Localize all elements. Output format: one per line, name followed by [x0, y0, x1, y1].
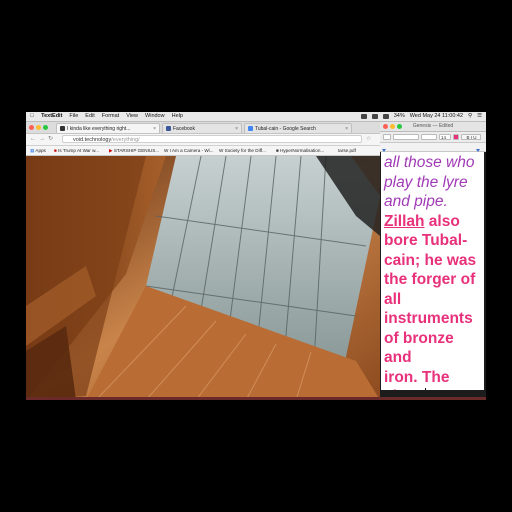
- close-tab-icon[interactable]: ×: [235, 124, 238, 133]
- bold-italic-underline-buttons[interactable]: B I U: [461, 134, 481, 140]
- site-favicon-icon: [60, 126, 65, 131]
- apple-icon[interactable]: : [30, 112, 34, 121]
- url-host: void.technology: [73, 137, 112, 143]
- tab-label: Tubal-cain - Google Search: [255, 126, 316, 132]
- close-window-icon[interactable]: [383, 124, 388, 129]
- zillah-link: Zillah: [384, 212, 425, 230]
- text-line: and pipe.: [384, 193, 448, 210]
- minimize-window-icon[interactable]: [390, 124, 395, 129]
- tab-google-search[interactable]: Tubal-cain - Google Search ×: [244, 123, 352, 133]
- close-tab-icon[interactable]: ×: [345, 124, 348, 133]
- text-line: all: [384, 290, 402, 308]
- address-bar: ← → ↻ void.technology/everything/ ☆: [26, 134, 380, 146]
- dock-edge: [26, 397, 486, 400]
- menu-window[interactable]: Window: [145, 112, 165, 121]
- menu-edit[interactable]: Edit: [85, 112, 94, 121]
- bookmark-starship[interactable]: ▶ STARSHIP GENIUS...: [109, 146, 159, 155]
- close-tab-icon[interactable]: ×: [153, 124, 156, 133]
- ruler[interactable]: [380, 143, 486, 156]
- 3d-scene-canvas[interactable]: [26, 156, 380, 400]
- text-line: bore Tubal-: [384, 232, 468, 249]
- bookmark-trump[interactable]: ■ Is Trump At War w...: [54, 146, 99, 155]
- document-body[interactable]: all those who play the lyre and pipe. Zi…: [381, 152, 484, 390]
- bookmark-society[interactable]: W Society for the Diff...: [219, 146, 266, 155]
- close-window-icon[interactable]: [29, 125, 34, 130]
- bookmarks-bar: ▦ Apps ■ Is Trump At War w... ▶ STARSHIP…: [26, 146, 380, 156]
- text-line: cain; he was: [384, 251, 477, 269]
- battery-label[interactable]: 34%: [394, 112, 405, 121]
- url-input[interactable]: void.technology/everything/: [62, 135, 362, 143]
- text-fragment: sister: [384, 388, 425, 390]
- clock-label[interactable]: Wed May 24 11:00:42: [410, 112, 463, 121]
- tab-everything[interactable]: I kinda like everything right... ×: [56, 123, 160, 133]
- text-line: play the lyre: [384, 173, 468, 191]
- font-family-select[interactable]: [393, 134, 419, 140]
- menu-app-name[interactable]: TextEdit: [41, 112, 62, 121]
- text-line: iron. The: [384, 368, 450, 386]
- menu-bar:  TextEdit File Edit Format View Window …: [26, 112, 486, 122]
- dropbox-icon[interactable]: [360, 114, 367, 119]
- menu-file[interactable]: File: [69, 112, 78, 121]
- text-color-swatch[interactable]: [453, 134, 459, 140]
- url-path: /everything/: [111, 137, 140, 143]
- text-caret: [425, 388, 427, 390]
- tab-label: Facebook: [173, 126, 195, 132]
- search-icon[interactable]: ⚲: [468, 112, 472, 121]
- browser-window: I kinda like everything right... × Facebo…: [26, 122, 380, 400]
- facebook-favicon-icon: [166, 126, 171, 131]
- font-size-select[interactable]: 14: [439, 134, 451, 140]
- bookmark-tarse-pdf[interactable]: tarse.pdf: [338, 146, 356, 155]
- bookmark-hypernormalisation[interactable]: ■ HyperNormalisation...: [276, 146, 324, 155]
- tab-facebook[interactable]: Facebook ×: [162, 123, 242, 133]
- text-line: of bronze and: [384, 329, 454, 367]
- zoom-window-icon[interactable]: [397, 124, 402, 129]
- paragraph-style-select[interactable]: [383, 134, 391, 140]
- back-icon[interactable]: ←: [30, 135, 36, 144]
- forward-icon[interactable]: →: [39, 135, 45, 144]
- desktop-screen:  TextEdit File Edit Format View Window …: [26, 112, 486, 400]
- text-line: Zillah also: [384, 212, 481, 232]
- textedit-window: Genesis — Edited 14 B I U all those who …: [380, 122, 486, 400]
- menu-format[interactable]: Format: [102, 112, 119, 121]
- textedit-titlebar[interactable]: Genesis — Edited: [380, 122, 486, 132]
- scene-render: [26, 156, 380, 400]
- menu-help[interactable]: Help: [172, 112, 183, 121]
- zoom-window-icon[interactable]: [43, 125, 48, 130]
- menu-list-icon[interactable]: ☰: [477, 112, 482, 121]
- text-fragment: also: [424, 212, 460, 230]
- document-title: Genesis — Edited: [412, 123, 454, 129]
- google-favicon-icon: [248, 126, 253, 131]
- wifi-icon[interactable]: [382, 114, 389, 119]
- bookmark-apps[interactable]: ▦ Apps: [30, 146, 46, 155]
- bookmark-camera[interactable]: W I Am a Camera - Wi...: [164, 146, 214, 155]
- font-weight-select[interactable]: [421, 134, 437, 140]
- menu-view[interactable]: View: [126, 112, 138, 121]
- minimize-window-icon[interactable]: [36, 125, 41, 130]
- tab-strip: I kinda like everything right... × Facebo…: [26, 122, 380, 134]
- reload-icon[interactable]: ↻: [48, 135, 53, 144]
- text-line: instruments: [384, 310, 473, 327]
- status-icon[interactable]: [371, 114, 378, 119]
- bookmark-star-icon[interactable]: ☆: [366, 135, 371, 144]
- text-line: all those who: [384, 154, 475, 171]
- text-line: sister: [384, 387, 481, 390]
- text-line: the forger of: [384, 271, 476, 288]
- tab-label: I kinda like everything right...: [67, 126, 131, 132]
- format-toolbar: 14 B I U: [380, 132, 486, 143]
